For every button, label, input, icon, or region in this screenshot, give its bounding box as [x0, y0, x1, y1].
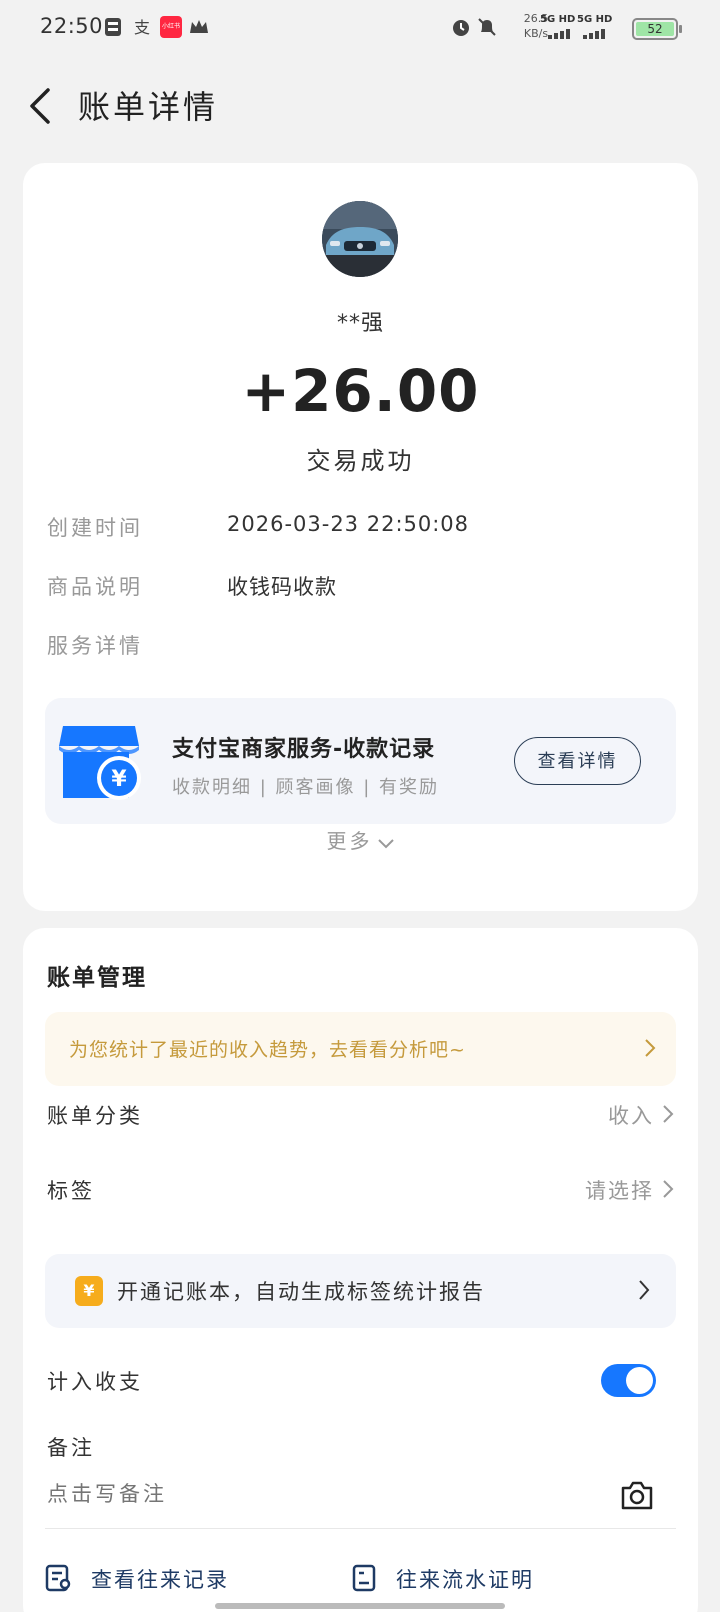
svg-text:支: 支	[134, 18, 150, 37]
alipay-icon: 支	[134, 18, 150, 37]
transaction-status: 交易成功	[306, 447, 415, 475]
chevron-right-icon	[639, 1280, 650, 1300]
count-in-balance-label: 计入收支	[47, 1370, 143, 1394]
signal-2-label: 5G HD	[577, 14, 613, 25]
tag-value: 请选择	[585, 1179, 654, 1203]
svg-text:¥: ¥	[111, 767, 127, 792]
chevron-left-icon[interactable]	[24, 86, 60, 126]
created-time-value: 2026-03-23 22:50:08	[227, 512, 470, 536]
camera-icon[interactable]	[620, 1479, 654, 1511]
tag-label: 标签	[47, 1179, 95, 1203]
header: 账单详情	[0, 68, 720, 140]
signal-1-icon	[548, 29, 570, 39]
home-indicator[interactable]	[215, 1603, 505, 1609]
page-title: 账单详情	[78, 88, 219, 126]
service-details-label: 服务详情	[47, 634, 143, 658]
merchant-service-banner[interactable]: ¥ 支付宝商家服务-收款记录 收款明细 | 顾客画像 | 有奖励 查看详情	[45, 698, 676, 824]
tip-text: 为您统计了最近的收入趋势，去看看分析吧~	[69, 1039, 466, 1061]
signal-2-icon	[583, 29, 605, 39]
bill-management-card: 账单管理 为您统计了最近的收入趋势，去看看分析吧~ 账单分类 收入 标签 请选择…	[23, 928, 698, 1612]
payer-name: **强	[336, 311, 384, 336]
bill-category-label: 账单分类	[47, 1104, 143, 1128]
crown-icon	[190, 20, 208, 33]
income-trend-tip[interactable]: 为您统计了最近的收入趋势，去看看分析吧~	[45, 1012, 676, 1086]
mute-bell-icon	[478, 18, 496, 36]
xiaohongshu-icon: 小红书	[160, 16, 182, 38]
car-avatar-image	[322, 201, 398, 277]
product-desc-label: 商品说明	[47, 575, 143, 599]
battery-level: 52	[636, 22, 674, 36]
note-label: 备注	[47, 1436, 95, 1460]
transaction-proof-label: 往来流水证明	[396, 1568, 534, 1592]
note-input[interactable]	[47, 1483, 567, 1507]
open-ledger-banner[interactable]: ¥ 开通记账本，自动生成标签统计报告	[45, 1254, 676, 1328]
chevron-right-icon	[645, 1039, 656, 1057]
more-toggle[interactable]: 更多	[23, 825, 698, 854]
transaction-card: **强 +26.00 交易成功 创建时间 2026-03-23 22:50:08…	[23, 163, 698, 911]
ledger-text: 开通记账本，自动生成标签统计报告	[117, 1280, 485, 1304]
signal-1-label: 5G HD	[540, 14, 576, 25]
sim-card-icon	[105, 18, 121, 36]
amount: +26.00	[241, 357, 480, 425]
service-title: 支付宝商家服务-收款记录	[172, 737, 436, 762]
divider	[45, 1528, 676, 1529]
chevron-right-icon	[663, 1180, 674, 1198]
chevron-down-icon	[377, 838, 394, 848]
status-bar: 22:50 支 小红书 26.5 KB/s 5G HD 5G HD 52	[0, 0, 720, 56]
created-time-label: 创建时间	[47, 516, 143, 540]
alarm-icon	[453, 20, 469, 36]
bill-category-value: 收入	[608, 1104, 654, 1128]
search-record-icon	[45, 1564, 71, 1592]
ledger-icon: ¥	[75, 1276, 103, 1306]
status-time: 22:50	[40, 14, 104, 38]
toggle-knob	[626, 1367, 653, 1394]
product-desc-value: 收钱码收款	[227, 575, 337, 599]
service-subtitle: 收款明细 | 顾客画像 | 有奖励	[172, 777, 440, 798]
avatar[interactable]	[322, 201, 398, 277]
chevron-right-icon	[663, 1105, 674, 1123]
more-label: 更多	[326, 829, 373, 853]
section-title: 账单管理	[47, 965, 147, 991]
count-in-balance-toggle[interactable]	[601, 1364, 656, 1397]
view-details-button[interactable]: 查看详情	[514, 737, 641, 785]
store-icon: ¥	[59, 726, 141, 800]
battery-icon: 52	[632, 18, 682, 40]
view-history-label: 查看往来记录	[91, 1568, 229, 1592]
certificate-icon	[352, 1564, 376, 1592]
